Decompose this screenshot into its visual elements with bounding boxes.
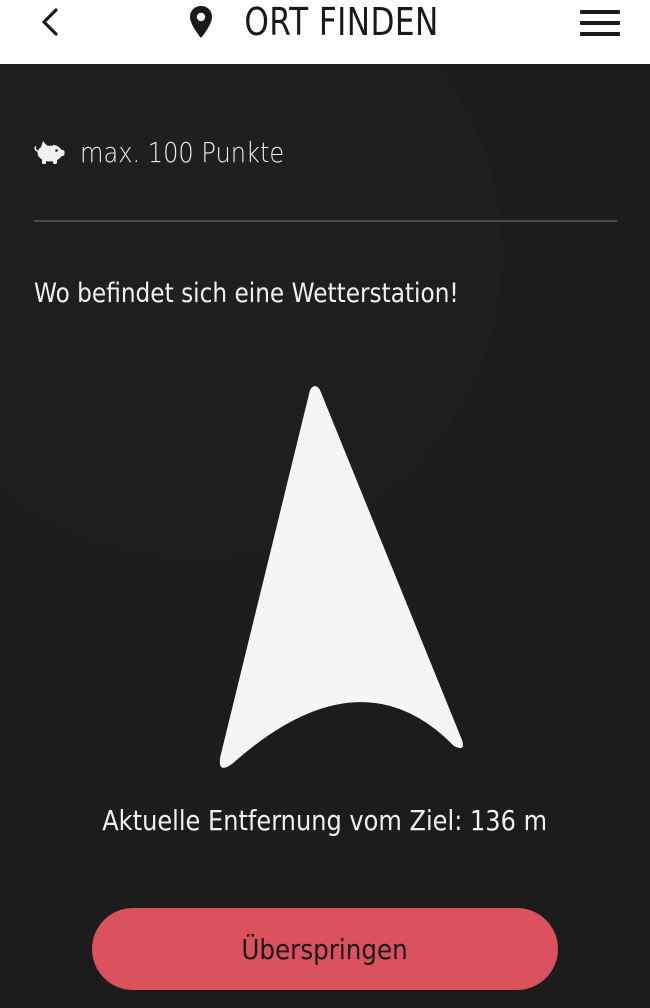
distance-text: Aktuelle Entfernung vom Ziel: 136 m — [0, 804, 650, 837]
divider — [34, 220, 617, 222]
points-row: max. 100 Punkte — [34, 132, 317, 172]
page-title: ORT FINDEN — [244, 0, 440, 44]
hamburger-menu-icon — [580, 10, 620, 14]
distance-value: Aktuelle Entfernung vom Ziel: 136 m — [102, 804, 548, 837]
header-title-group: ORT FINDEN — [0, 0, 650, 52]
menu-button[interactable] — [580, 6, 620, 40]
points-label: max. 100 Punkte — [80, 135, 285, 169]
direction-arrow-icon — [219, 386, 463, 768]
piggy-bank-icon — [34, 141, 65, 164]
map-pin-icon — [190, 6, 213, 38]
hamburger-menu-icon — [580, 32, 620, 36]
question-text: Wo befindet sich eine Wetterstation! — [34, 278, 459, 309]
skip-button-label: Überspringen — [241, 932, 409, 966]
main-content: max. 100 Punkte Wo befindet sich eine We… — [0, 64, 650, 1008]
hamburger-menu-icon — [580, 21, 620, 25]
app-header: ORT FINDEN — [0, 0, 650, 64]
skip-button[interactable]: Überspringen — [92, 908, 558, 990]
